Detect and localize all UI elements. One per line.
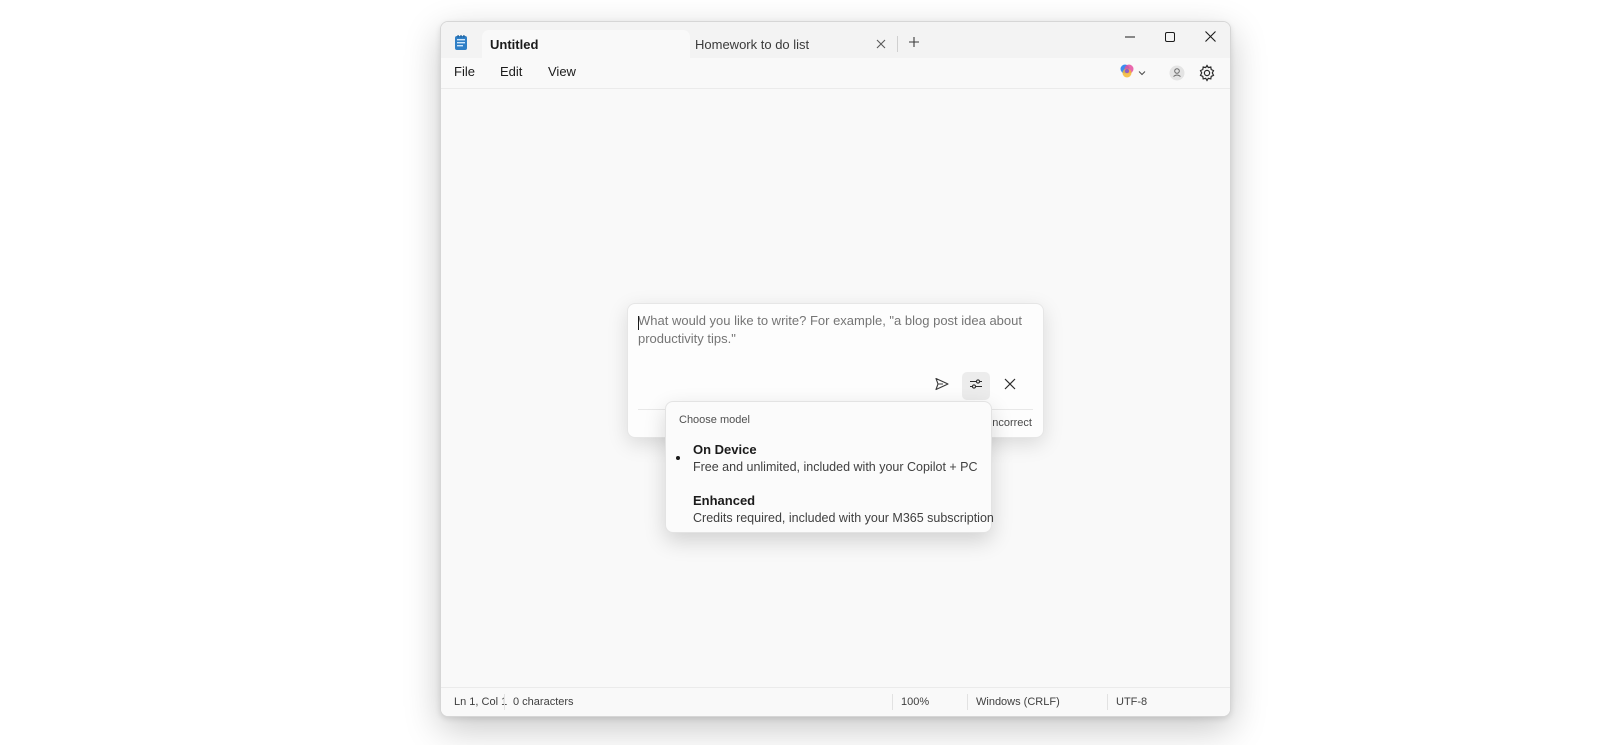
status-separator: [504, 694, 505, 710]
menu-file[interactable]: File: [454, 64, 475, 79]
model-name: Enhanced: [693, 493, 756, 508]
copilot-button[interactable]: [1119, 64, 1151, 82]
account-button[interactable]: [1168, 64, 1186, 82]
zoom-level[interactable]: 100%: [901, 696, 929, 708]
encoding[interactable]: UTF-8: [1116, 696, 1147, 708]
menu-bar: File Edit View: [441, 58, 1230, 89]
close-icon: [1004, 377, 1016, 395]
notepad-icon: [454, 35, 468, 51]
text-caret: [638, 316, 639, 330]
menu-view[interactable]: View: [548, 64, 576, 79]
plus-icon: [908, 35, 920, 53]
selected-indicator: [676, 456, 680, 460]
minimize-button[interactable]: [1110, 22, 1150, 54]
menu-heading: Choose model: [679, 414, 750, 426]
maximize-icon: [1165, 29, 1175, 47]
cursor-position: Ln 1, Col 1: [454, 696, 508, 708]
notepad-window: Untitled Homework to do list File Edit V…: [440, 21, 1231, 717]
send-icon: [934, 376, 950, 397]
tab-label: Untitled: [490, 36, 539, 52]
minimize-icon: [1125, 29, 1135, 47]
model-option-enhanced[interactable]: Enhanced Credits required, included with…: [666, 493, 994, 539]
tab-separator: [897, 36, 898, 52]
close-window-button[interactable]: [1190, 22, 1230, 54]
model-name: On Device: [693, 442, 757, 457]
send-button[interactable]: [928, 372, 956, 400]
settings-button[interactable]: [1197, 63, 1217, 83]
new-tab-button[interactable]: [903, 33, 925, 55]
close-icon[interactable]: [873, 36, 889, 52]
status-bar: Ln 1, Col 1 0 characters 100% Windows (C…: [441, 687, 1230, 716]
model-description: Credits required, included with your M36…: [693, 511, 994, 525]
gear-icon: [1197, 64, 1217, 87]
sliders-icon: [968, 376, 984, 397]
status-separator: [892, 694, 893, 710]
copilot-icon: [1119, 63, 1135, 84]
prompt-input[interactable]: [638, 312, 1023, 354]
model-options-button[interactable]: [962, 372, 990, 400]
model-description: Free and unlimited, included with your C…: [693, 460, 978, 474]
line-endings[interactable]: Windows (CRLF): [976, 696, 1060, 708]
model-option-on-device[interactable]: On Device Free and unlimited, included w…: [666, 442, 991, 488]
title-bar: Untitled Homework to do list: [441, 22, 1230, 58]
status-separator: [967, 694, 968, 710]
disclaimer-text: ncorrect: [992, 417, 1032, 429]
character-count: 0 characters: [513, 696, 574, 708]
menu-edit[interactable]: Edit: [500, 64, 522, 79]
status-separator: [1107, 694, 1108, 710]
tab-label: Homework to do list: [695, 36, 810, 52]
account-icon: [1168, 65, 1186, 86]
tab-untitled[interactable]: Untitled: [482, 30, 690, 58]
tab-homework-to-do-list[interactable]: Homework to do list: [695, 30, 895, 58]
chevron-down-icon: [1138, 64, 1146, 82]
choose-model-menu: Choose model On Device Free and unlimite…: [665, 401, 994, 533]
dismiss-button[interactable]: [996, 372, 1024, 400]
maximize-button[interactable]: [1150, 22, 1190, 54]
close-icon: [1204, 29, 1216, 47]
